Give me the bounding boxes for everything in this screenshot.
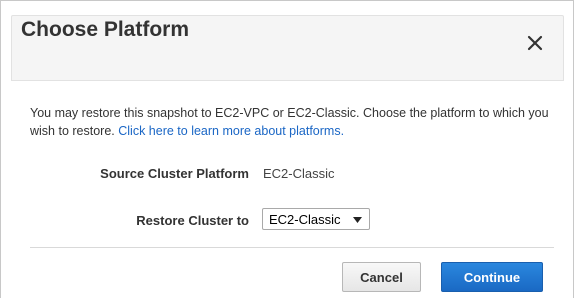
choose-platform-dialog: Choose Platform You may restore this sna… xyxy=(0,0,574,298)
dialog-title: Choose Platform xyxy=(21,18,190,41)
chevron-down-icon xyxy=(353,217,362,223)
source-cluster-platform-value: EC2-Classic xyxy=(263,166,335,181)
restore-cluster-to-label: Restore Cluster to xyxy=(136,213,249,228)
restore-platform-select[interactable]: EC2-Classic xyxy=(262,208,370,230)
close-button[interactable] xyxy=(523,31,547,55)
restore-platform-selected: EC2-Classic xyxy=(269,212,341,227)
footer-divider xyxy=(30,247,554,248)
restore-description: You may restore this snapshot to EC2-VPC… xyxy=(30,104,558,140)
source-cluster-platform-label: Source Cluster Platform xyxy=(100,166,249,181)
continue-button[interactable]: Continue xyxy=(441,262,543,292)
cancel-button[interactable]: Cancel xyxy=(342,262,421,292)
close-icon xyxy=(527,35,543,51)
learn-more-link[interactable]: Click here to learn more about platforms… xyxy=(118,124,344,138)
